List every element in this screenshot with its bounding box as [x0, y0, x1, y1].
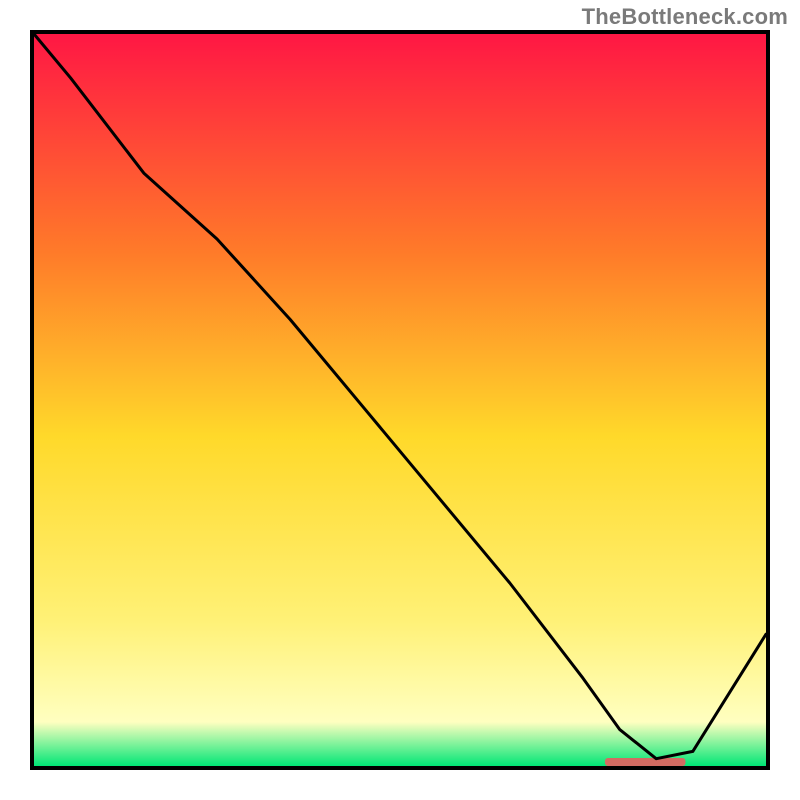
chart-container: TheBottleneck.com	[0, 0, 800, 800]
plot-area	[30, 30, 770, 770]
gradient-background	[34, 34, 766, 766]
watermark-text: TheBottleneck.com	[582, 4, 788, 30]
optimal-range-marker	[605, 758, 686, 766]
bottleneck-chart	[30, 30, 770, 770]
